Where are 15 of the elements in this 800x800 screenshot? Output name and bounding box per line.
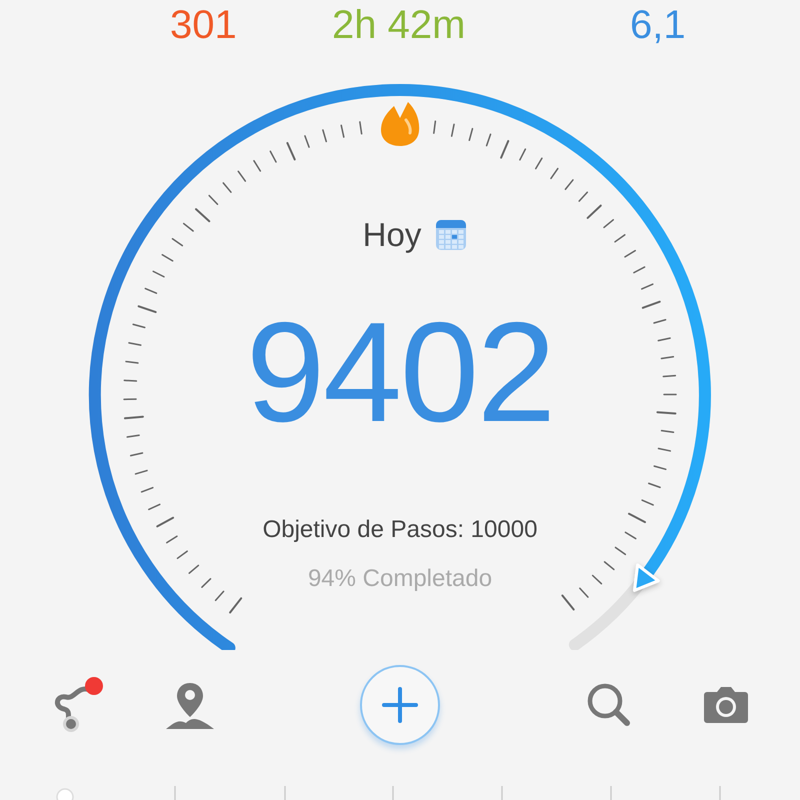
completion-text: 94% Completado: [306, 565, 494, 593]
plus-icon: [382, 687, 418, 723]
stat-value: 2h 42m: [332, 2, 466, 48]
day-label: Hoy: [362, 216, 422, 254]
step-count: 9402: [245, 302, 555, 444]
camera-icon[interactable]: [703, 686, 749, 724]
stat-value: 301: [170, 2, 237, 48]
progress-pointer-icon: [633, 564, 660, 592]
stat-value: 6,1: [630, 2, 686, 48]
timeline-handle[interactable]: [56, 788, 74, 800]
step-goal: Objetivo de Pasos: 10000: [262, 516, 538, 544]
flame-icon: [381, 102, 420, 146]
calendar-icon[interactable]: [435, 219, 468, 251]
add-button[interactable]: [360, 665, 440, 745]
search-icon[interactable]: [586, 682, 632, 728]
